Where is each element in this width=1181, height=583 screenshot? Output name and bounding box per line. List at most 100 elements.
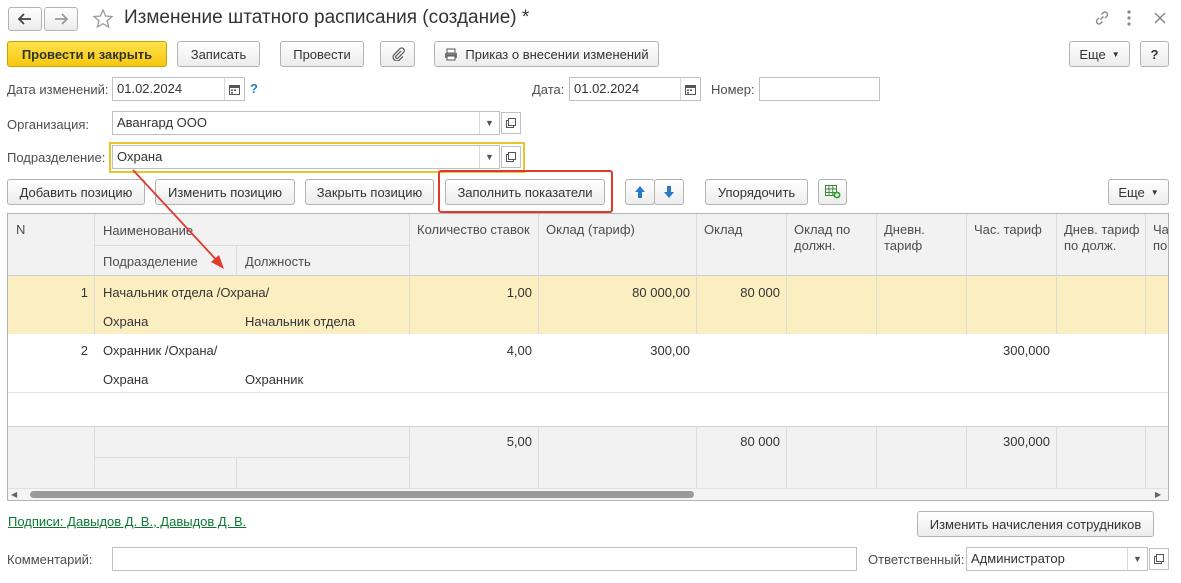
post-button[interactable]: Провести	[280, 41, 364, 67]
department-field[interactable]: Охрана ▼	[112, 145, 500, 169]
department-label: Подразделение:	[7, 150, 106, 165]
link-icon[interactable]	[1094, 10, 1110, 29]
dropdown-arrow-icon[interactable]: ▼	[1127, 548, 1147, 570]
edit-position-button[interactable]: Изменить позицию	[155, 179, 295, 205]
open-window-icon	[506, 118, 516, 128]
number-label: Номер:	[711, 82, 755, 97]
table-add-icon	[824, 185, 840, 199]
row2-dept: Охрана	[103, 372, 149, 387]
arrow-down-icon	[664, 186, 674, 198]
open-department-button[interactable]	[501, 146, 521, 168]
row2-n: 2	[80, 343, 88, 358]
open-organization-button[interactable]	[501, 112, 521, 134]
row1-n: 1	[80, 285, 88, 300]
open-window-icon	[506, 152, 516, 162]
open-window-icon	[1154, 554, 1164, 564]
order-print-button[interactable]: Приказ о внесении изменений	[434, 41, 659, 67]
save-button[interactable]: Записать	[177, 41, 260, 67]
arrow-right-icon	[55, 13, 68, 25]
number-field[interactable]	[759, 77, 880, 101]
scrollbar-thumb[interactable]	[30, 491, 694, 498]
change-date-label: Дата изменений:	[7, 82, 109, 97]
add-position-button[interactable]: Добавить позицию	[7, 179, 145, 205]
row1-name: Начальник отдела /Охрана/	[103, 285, 270, 300]
department-value: Охрана	[117, 149, 163, 164]
more-button[interactable]: Еще ▼	[1069, 41, 1130, 67]
date-value: 01.02.2024	[574, 81, 640, 96]
organization-value: Авангард ООО	[117, 115, 207, 130]
horizontal-scrollbar[interactable]: ◀ ▶	[8, 488, 1168, 500]
col-header-hourly[interactable]: Час. тариф	[968, 222, 1048, 237]
col-header-n[interactable]: N	[10, 222, 31, 237]
change-date-value: 01.02.2024	[117, 81, 183, 96]
calendar-icon[interactable]	[224, 78, 244, 100]
comment-field[interactable]	[112, 547, 857, 571]
scroll-right-icon[interactable]: ▶	[1155, 490, 1161, 499]
sort-button[interactable]: Упорядочить	[705, 179, 808, 205]
table-more-button[interactable]: Еще ▼	[1108, 179, 1169, 205]
row2-rates: 4,00	[506, 343, 532, 358]
back-button[interactable]	[8, 7, 42, 31]
row1-salary: 80 000	[740, 285, 780, 300]
row1-salary-tariff: 80 000,00	[632, 285, 690, 300]
row1-dept: Охрана	[103, 314, 149, 329]
col-header-rates[interactable]: Количество ставок	[411, 222, 536, 237]
total-hourly: 300,000	[1003, 434, 1050, 449]
staff-table[interactable]: N Наименование Подразделение Должность К…	[7, 213, 1169, 501]
open-responsible-button[interactable]	[1149, 548, 1169, 570]
scroll-left-icon[interactable]: ◀	[11, 490, 17, 499]
row2-name: Охранник /Охрана/	[103, 343, 218, 358]
help-button[interactable]: ?	[1140, 41, 1169, 67]
printer-icon	[445, 48, 458, 60]
col-header-daily[interactable]: Дневн. тариф	[878, 222, 962, 254]
col-header-name[interactable]: Наименование	[97, 223, 199, 238]
row2-salary-tariff: 300,00	[650, 343, 690, 358]
paperclip-icon	[391, 47, 405, 61]
organization-label: Организация:	[7, 117, 90, 132]
change-date-field[interactable]: 01.02.2024	[112, 77, 245, 101]
change-date-help-icon[interactable]: ?	[250, 81, 258, 96]
dropdown-arrow-icon: ▼	[1150, 187, 1159, 197]
move-down-button[interactable]	[654, 179, 684, 205]
dropdown-arrow-icon[interactable]: ▼	[479, 112, 499, 134]
col-header-salary-tariff[interactable]: Оклад (тариф)	[540, 222, 641, 237]
page-title: Изменение штатного расписания (создание)…	[124, 7, 530, 28]
post-and-close-button[interactable]: Провести и закрыть	[7, 41, 167, 67]
close-icon[interactable]	[1153, 11, 1167, 28]
favorite-star-icon[interactable]	[92, 8, 114, 30]
date-label: Дата:	[532, 82, 565, 97]
col-header-dept[interactable]: Подразделение	[97, 254, 204, 269]
responsible-label: Ответственный:	[868, 552, 965, 567]
organization-field[interactable]: Авангард ООО ▼	[112, 111, 500, 135]
total-rates: 5,00	[506, 434, 532, 449]
total-salary: 80 000	[740, 434, 780, 449]
signatures-link[interactable]: Подписи: Давыдов Д. В., Давыдов Д. В.	[8, 514, 246, 529]
attach-button[interactable]	[380, 41, 415, 67]
row1-rates: 1,00	[506, 285, 532, 300]
col-header-daily-by-pos[interactable]: Днев. тариф по долж.	[1058, 222, 1146, 254]
responsible-value: Администратор	[971, 551, 1065, 566]
col-header-salary[interactable]: Оклад	[698, 222, 748, 237]
order-print-label: Приказ о внесении изменений	[465, 46, 649, 62]
more-vertical-icon[interactable]	[1124, 9, 1134, 27]
arrow-up-icon	[635, 186, 645, 198]
col-header-cut[interactable]: Ча по	[1147, 222, 1168, 254]
close-position-button[interactable]: Закрыть позицию	[305, 179, 434, 205]
calendar-icon[interactable]	[680, 78, 700, 100]
row1-position: Начальник отдела	[245, 314, 356, 329]
add-column-button[interactable]	[818, 179, 847, 205]
more-label: Еще	[1079, 46, 1106, 62]
dropdown-arrow-icon: ▼	[1111, 49, 1120, 59]
change-accruals-button[interactable]: Изменить начисления сотрудников	[917, 511, 1154, 537]
row2-position: Охранник	[245, 372, 304, 387]
responsible-field[interactable]: Администратор ▼	[966, 547, 1148, 571]
col-header-salary-by-pos[interactable]: Оклад по должн.	[788, 222, 876, 254]
col-header-position[interactable]: Должность	[239, 254, 317, 269]
forward-button[interactable]	[44, 7, 78, 31]
row2-hourly: 300,000	[1003, 343, 1050, 358]
date-field[interactable]: 01.02.2024	[569, 77, 701, 101]
fill-indicators-button[interactable]: Заполнить показатели	[445, 179, 605, 205]
dropdown-arrow-icon[interactable]: ▼	[479, 146, 499, 168]
comment-label: Комментарий:	[7, 552, 93, 567]
move-up-button[interactable]	[625, 179, 655, 205]
